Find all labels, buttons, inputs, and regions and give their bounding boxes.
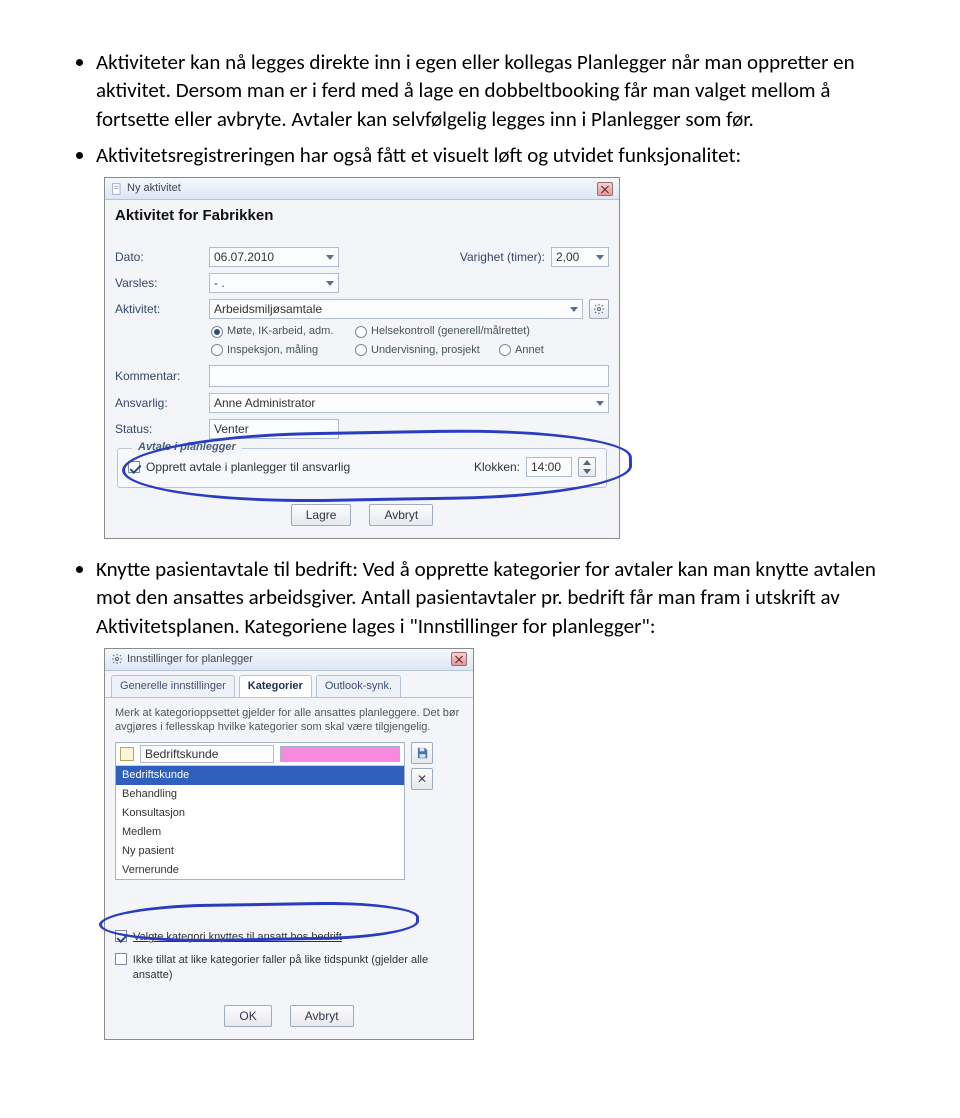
- tab-general[interactable]: Generelle innstillinger: [111, 675, 235, 697]
- bullet-text: Aktiviteter kan nå legges direkte inn i …: [96, 49, 855, 132]
- new-item-icon[interactable]: [120, 747, 134, 761]
- list-item[interactable]: Konsultasjon: [116, 804, 404, 823]
- gear-icon: [111, 653, 123, 665]
- label-ansvarlig: Ansvarlig:: [115, 395, 203, 411]
- radio-annet[interactable]: [499, 344, 511, 356]
- kommentar-input[interactable]: [209, 365, 609, 387]
- tab-categories[interactable]: Kategorier: [239, 675, 312, 697]
- disallow-same-checkbox[interactable]: [115, 953, 127, 965]
- lagre-button[interactable]: Lagre: [291, 504, 352, 526]
- save-item-button[interactable]: [411, 742, 433, 764]
- bullet-item: Aktiviteter kan nå legges direkte inn i …: [96, 48, 896, 133]
- category-name-input[interactable]: Bedriftskunde: [140, 745, 274, 763]
- bullet-item: Aktivitetsregistreringen har også fått e…: [96, 141, 896, 539]
- varsles-input[interactable]: - .: [209, 273, 339, 293]
- label-klokken: Klokken:: [474, 459, 520, 475]
- tab-outlook[interactable]: Outlook-synk.: [316, 675, 401, 697]
- status-input[interactable]: Venter: [209, 419, 339, 439]
- create-appointment-checkbox[interactable]: [128, 461, 140, 473]
- close-icon[interactable]: [451, 652, 467, 666]
- radio-helse[interactable]: [355, 326, 367, 338]
- radio-undervisning[interactable]: [355, 344, 367, 356]
- avbryt-button[interactable]: Avbryt: [369, 504, 433, 526]
- bullet-text: Knytte pasientavtale til bedrift: Ved å …: [96, 556, 876, 639]
- bullet-item: Knytte pasientavtale til bedrift: Ved å …: [96, 555, 896, 1040]
- dialog-subheading: [105, 227, 619, 245]
- doc-icon: [111, 183, 123, 195]
- dato-input[interactable]: 06.07.2010: [209, 247, 339, 267]
- color-swatch[interactable]: [280, 746, 400, 762]
- window-title: Innstillinger for planlegger: [127, 652, 253, 667]
- time-stepper-icon[interactable]: [578, 457, 596, 477]
- delete-item-button[interactable]: ✕: [411, 768, 433, 790]
- aktivitet-select[interactable]: Arbeidsmiljøsamtale: [209, 299, 583, 319]
- disallow-same-label: Ikke tillat at like kategorier faller på…: [133, 953, 463, 983]
- avbryt-button[interactable]: Avbryt: [290, 1005, 354, 1027]
- link-to-employee-checkbox[interactable]: [115, 930, 127, 942]
- ansvarlig-select[interactable]: Anne Administrator: [209, 393, 609, 413]
- aktivitet-gear-icon[interactable]: [589, 299, 609, 319]
- dialog-heading: Aktivitet for Fabrikken: [105, 200, 619, 226]
- label-kommentar: Kommentar:: [115, 368, 203, 384]
- activity-type-radios: Møte, IK-arbeid, adm. Helsekontroll (gen…: [105, 322, 619, 362]
- varighet-input[interactable]: 2,00: [551, 247, 609, 267]
- radio-mote[interactable]: [211, 326, 223, 338]
- link-to-employee-label: Valgte kategori knyttes til ansatt hos b…: [133, 930, 342, 945]
- titlebar: Ny aktivitet: [105, 178, 619, 200]
- planner-frame: Avtale i planlegger Opprett avtale i pla…: [117, 448, 607, 488]
- settings-dialog: Innstillinger for planlegger Generelle i…: [104, 648, 474, 1040]
- label-status: Status:: [115, 421, 203, 437]
- label-varsles: Varsles:: [115, 275, 203, 291]
- label-varighet: Varighet (timer):: [460, 249, 545, 265]
- titlebar: Innstillinger for planlegger: [105, 649, 473, 671]
- window-title: Ny aktivitet: [127, 181, 181, 196]
- label-dato: Dato:: [115, 249, 203, 265]
- list-item[interactable]: Behandling: [116, 785, 404, 804]
- tabs: Generelle innstillinger Kategorier Outlo…: [105, 671, 473, 698]
- klokken-input[interactable]: 14:00: [526, 457, 572, 477]
- bullet-text: Aktivitetsregistreringen har også fått e…: [96, 142, 741, 168]
- activity-dialog: Ny aktivitet Aktivitet for Fabrikken Dat…: [104, 177, 620, 538]
- create-appointment-label: Opprett avtale i planlegger til ansvarli…: [146, 459, 350, 475]
- list-item[interactable]: Ny pasient: [116, 842, 404, 861]
- ok-button[interactable]: OK: [224, 1005, 271, 1027]
- frame-legend: Avtale i planlegger: [132, 440, 242, 455]
- close-icon[interactable]: [597, 182, 613, 196]
- list-item[interactable]: Bedriftskunde: [116, 766, 404, 785]
- radio-inspeksjon[interactable]: [211, 344, 223, 356]
- category-listbox: Bedriftskunde BedriftskundeBehandlingKon…: [115, 742, 405, 880]
- list-item[interactable]: Medlem: [116, 823, 404, 842]
- list-item[interactable]: Vernerunde: [116, 861, 404, 880]
- label-aktivitet: Aktivitet:: [115, 301, 203, 317]
- category-items[interactable]: BedriftskundeBehandlingKonsultasjonMedle…: [116, 766, 404, 879]
- category-note: Merk at kategorioppsettet gjelder for al…: [115, 706, 463, 735]
